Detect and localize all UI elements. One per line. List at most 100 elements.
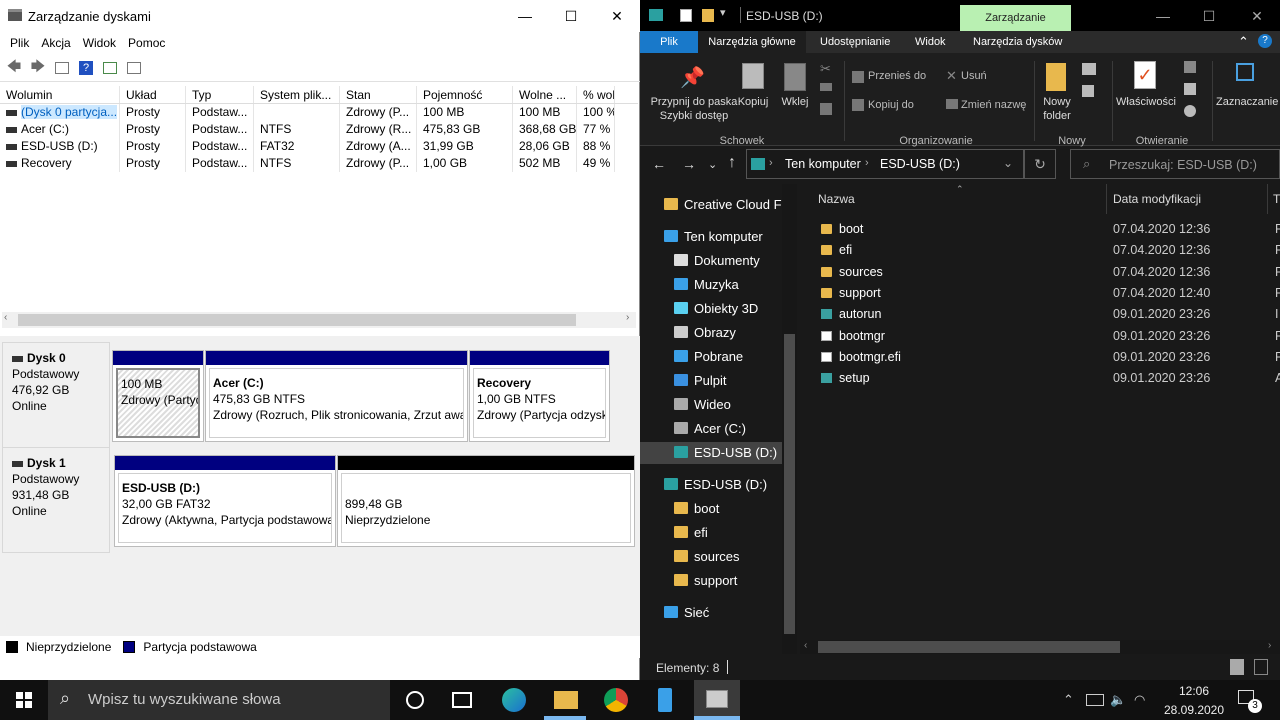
col-header[interactable]: Stan [340,86,417,103]
pin-quick-access-button[interactable]: Przypnij do paska Szybki dostęp [646,95,742,123]
scrollbar-thumb[interactable] [784,334,795,634]
close-button[interactable]: ✕ [594,0,640,32]
file-row[interactable]: bootmgr 09.01.2020 23:26 P [800,326,1280,347]
help-icon[interactable]: ? [1258,34,1272,48]
cut-icon[interactable]: ✂ [820,61,831,77]
nav-item[interactable]: Acer (C:) [640,418,782,440]
nav-item[interactable]: sources [640,546,782,568]
nav-item[interactable]: boot [640,498,782,520]
search-input[interactable]: ⌕ Przeszukaj: ESD-USB (D:) [1070,149,1280,179]
file-row[interactable]: setup 09.01.2020 23:26 A [800,368,1280,389]
tab-home[interactable]: Narzędzia główne [698,31,806,53]
forward-button[interactable]: → [682,156,696,172]
volume-row[interactable]: Recovery Prosty Podstaw... NTFS Zdrowy (P...… [0,155,638,172]
volume-icon[interactable]: 🔈 [1110,692,1126,708]
back-button[interactable]: ← [652,156,666,172]
col-header[interactable]: System plik... [254,86,340,103]
copy-path-icon[interactable] [820,83,832,91]
col-header-date[interactable]: Data modyfikacji [1113,192,1201,206]
volume-row[interactable]: Acer (C:) Prosty Podstaw... NTFS Zdrowy (R..… [0,121,638,138]
partition-block[interactable]: 100 MB Zdrowy (Partycja [112,350,204,442]
breadcrumb-this-pc[interactable]: Ten komputer [785,157,861,171]
tab-drive-tools[interactable]: Narzędzia dysków [973,31,1062,53]
menu-action[interactable]: Akcja [35,32,76,54]
edge-icon[interactable] [502,688,526,712]
taskbar-search[interactable]: ⌕ Wpisz tu wyszukiwane słowa [48,680,390,720]
scrollbar-thumb[interactable] [818,641,1120,653]
file-row[interactable]: autorun 09.01.2020 23:26 I [800,304,1280,325]
partition-block[interactable]: Recovery 1,00 GB NTFS Zdrowy (Partycja o… [469,350,610,442]
recent-locations-icon[interactable]: ⌄ [708,158,717,171]
disk-info[interactable]: Dysk 1 Podstawowy 931,48 GB Online [2,447,110,553]
details-view-icon[interactable] [1230,659,1244,675]
properties-icon[interactable] [124,59,144,77]
scroll-right-icon[interactable]: › [1268,640,1271,651]
col-header[interactable]: Wolne ... [513,86,577,103]
nav-item[interactable]: Ten komputer [640,226,782,248]
nav-scrollbar[interactable] [782,184,797,654]
minimize-button[interactable]: — [502,0,548,32]
tab-view[interactable]: Widok [915,31,946,53]
delete-button[interactable]: Usuń [961,69,987,83]
paste-button[interactable]: Wklej [776,95,814,109]
file-horizontal-scrollbar[interactable]: ‹ › [800,640,1280,654]
col-header[interactable]: Wolumin [0,86,120,103]
nav-item[interactable]: Dokumenty [640,250,782,272]
new-item-icon[interactable] [1082,63,1096,75]
scroll-right-icon[interactable]: › [626,312,629,323]
nav-item[interactable]: support [640,570,782,592]
open-icon[interactable] [1184,61,1196,73]
tab-share[interactable]: Udostępnianie [820,31,890,53]
cortana-icon[interactable] [406,691,424,709]
nav-item[interactable]: Sieć [640,602,782,624]
col-header[interactable]: Pojemność [417,86,513,103]
help-icon[interactable]: ? [76,59,96,77]
nav-item[interactable]: Obiekty 3D [640,298,782,320]
wifi-icon[interactable]: ◠ [1134,692,1145,708]
partition-block[interactable]: 899,48 GB Nieprzydzielone [337,455,635,547]
properties-button[interactable]: Właściwości [1116,95,1176,109]
nav-item[interactable]: Obrazy [640,322,782,344]
maximize-button[interactable]: ☐ [548,0,594,32]
paste-shortcut-icon[interactable] [820,103,832,115]
volume-row[interactable]: ESD-USB (D:) Prosty Podstaw... FAT32 Zdrowy … [0,138,638,155]
move-to-button[interactable]: Przenieś do [868,69,926,83]
properties-qat-icon[interactable] [680,9,692,22]
menu-view[interactable]: Widok [77,32,122,54]
col-header-name[interactable]: Nazwa [818,192,855,206]
file-row[interactable]: support 07.04.2020 12:40 F [800,283,1280,304]
start-icon[interactable] [16,692,32,708]
nav-item[interactable]: Pulpit [640,370,782,392]
file-row[interactable]: efi 07.04.2020 12:36 F [800,240,1280,261]
edit-icon[interactable] [1184,83,1196,95]
clock-date[interactable]: 28.09.2020 [1160,703,1228,717]
col-header[interactable]: % wol [577,86,615,103]
menu-help[interactable]: Pomoc [122,32,171,54]
breadcrumb-drive[interactable]: ESD-USB (D:) [880,157,960,171]
col-header[interactable]: Układ [120,86,186,103]
file-row[interactable]: boot 07.04.2020 12:36 F [800,219,1280,240]
back-arrow-icon[interactable]: 🡄 [4,58,24,77]
new-folder-qat-icon[interactable] [702,9,714,22]
volume-row[interactable]: (Dysk 0 partycja... Prosty Podstaw... Zdrow… [0,104,638,121]
new-folder-button[interactable]: Nowy folder [1038,95,1076,123]
disk-management-taskbar-button[interactable] [694,680,740,720]
disk-info[interactable]: Dysk 0 Podstawowy 476,92 GB Online [2,342,110,448]
nav-item[interactable]: efi [640,522,782,544]
maximize-button[interactable]: ☐ [1186,0,1232,32]
minimize-button[interactable]: — [1140,0,1186,32]
file-row[interactable]: sources 07.04.2020 12:36 F [800,262,1280,283]
partition-block[interactable]: Acer (C:) 475,83 GB NTFS Zdrowy (Rozruch… [205,350,468,442]
chrome-icon[interactable] [604,688,628,712]
horizontal-scrollbar[interactable]: ‹ › [2,312,636,328]
up-button[interactable]: ↑ [728,154,736,172]
address-bar[interactable]: › Ten komputer › ESD-USB (D:) ⌄ [746,149,1024,179]
large-icons-view-icon[interactable] [1254,659,1268,675]
history-icon[interactable] [1184,105,1196,117]
file-row[interactable]: bootmgr.efi 09.01.2020 23:26 P [800,347,1280,368]
nav-item[interactable]: Creative Cloud File [640,194,795,216]
partition-block[interactable]: ESD-USB (D:) 32,00 GB FAT32 Zdrowy (Akty… [114,455,336,547]
col-header[interactable]: Typ [186,86,254,103]
copy-to-button[interactable]: Kopiuj do [868,98,914,112]
console-tree-icon[interactable] [52,59,72,77]
